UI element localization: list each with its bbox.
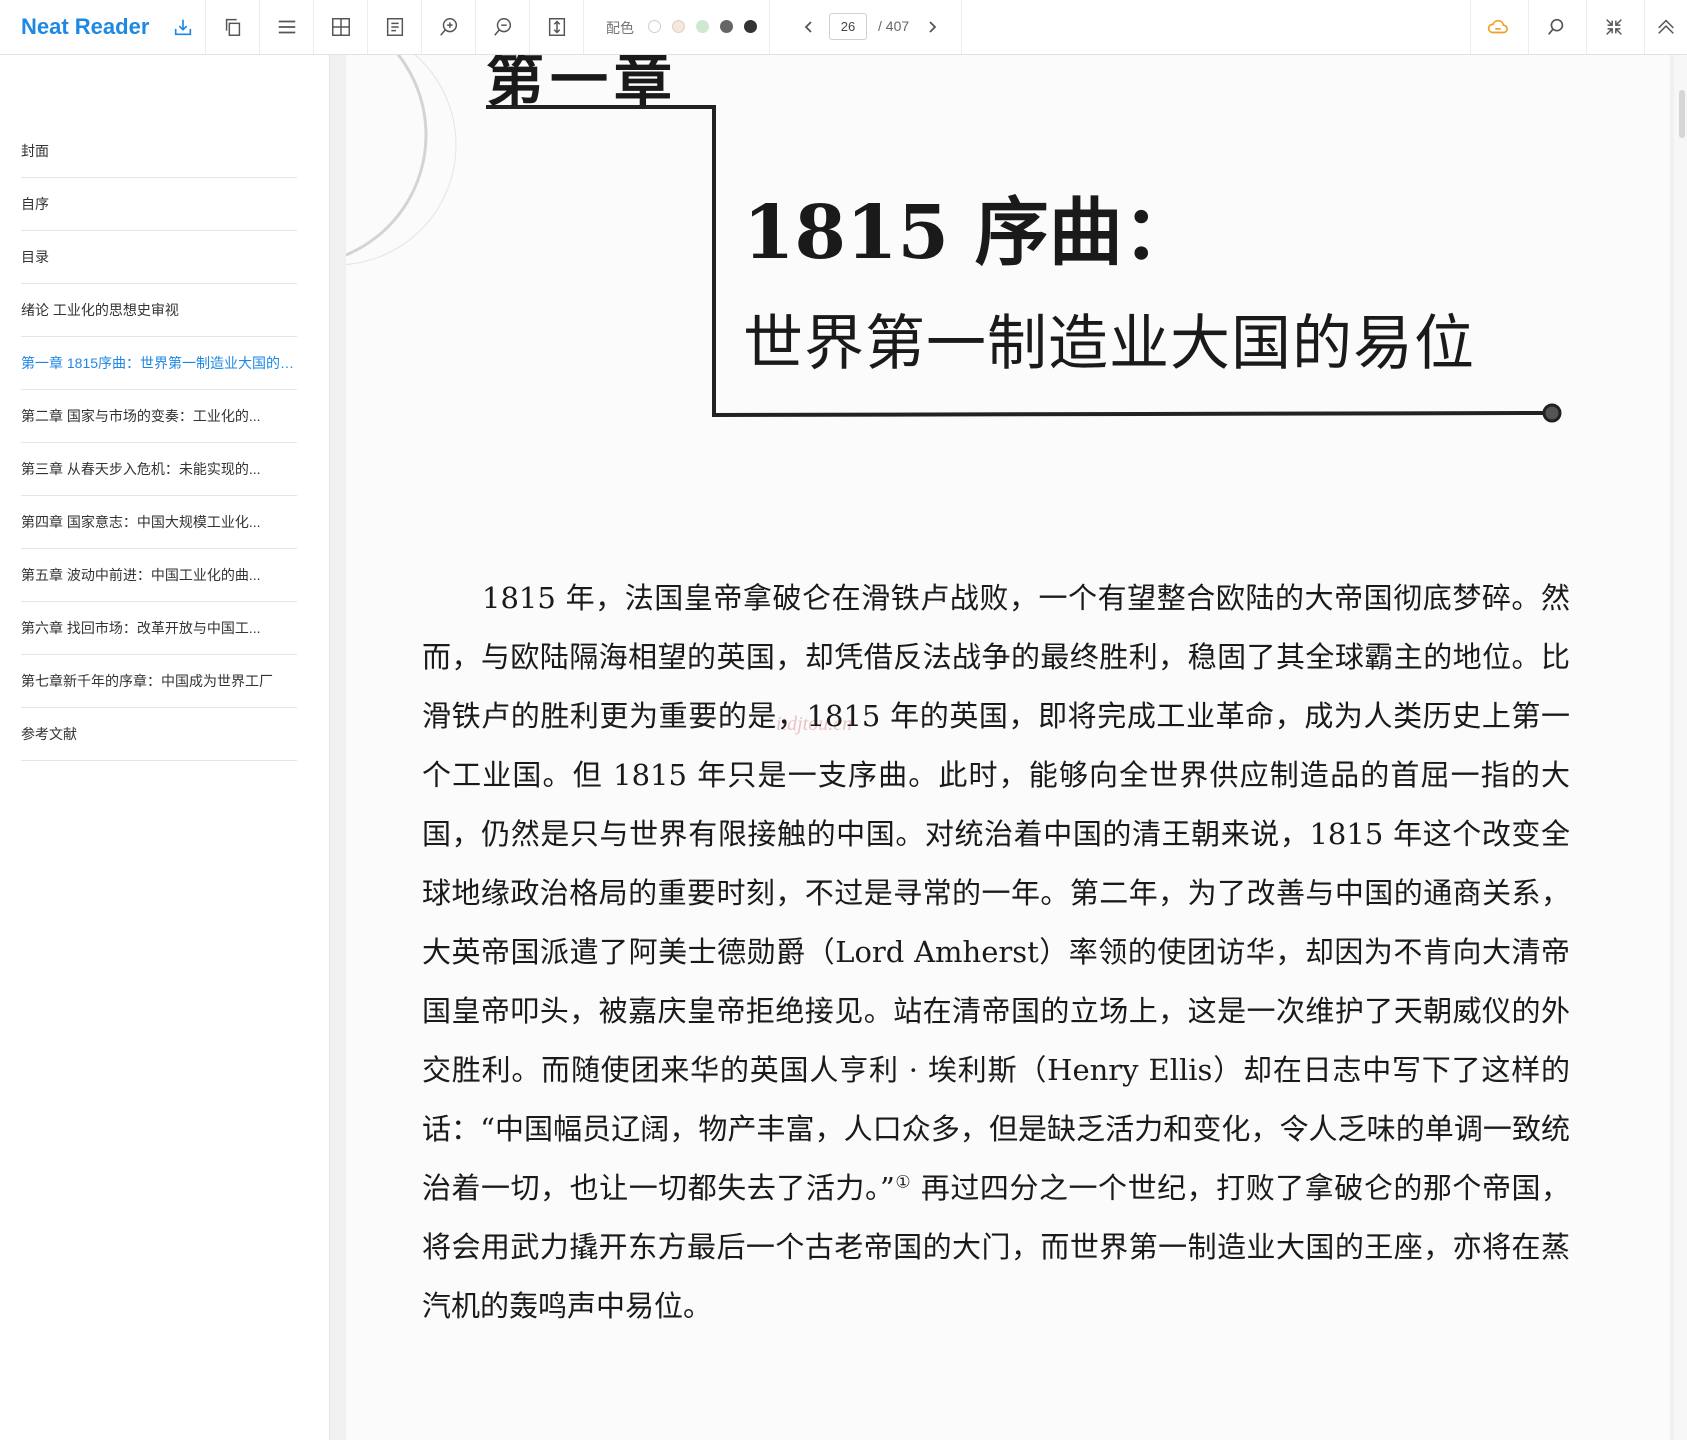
copy-icon[interactable] xyxy=(205,0,259,54)
next-page-icon[interactable] xyxy=(920,14,944,40)
toc-item-preface[interactable]: 自序 xyxy=(21,178,297,231)
book-page: 第一章 1815 序曲： 世界第一制造业大国的易位 itdjtou.cn 181… xyxy=(346,55,1670,1440)
grid-icon[interactable] xyxy=(313,0,367,54)
zoom-out-icon[interactable] xyxy=(475,0,529,54)
search-icon[interactable] xyxy=(1528,0,1582,54)
toc-item-references[interactable]: 参考文献 xyxy=(21,708,297,761)
scrollbar-thumb[interactable] xyxy=(1679,90,1685,138)
collapse-icon[interactable] xyxy=(1586,0,1640,54)
menu-icon[interactable] xyxy=(259,0,313,54)
scrollbar-track[interactable] xyxy=(1674,55,1687,1440)
notes-icon[interactable] xyxy=(367,0,421,54)
chapter-number-heading: 第一章 xyxy=(486,55,679,114)
top-toolbar: Neat Reader 配色 / 407 xyxy=(0,0,1687,55)
color-swatch-dark[interactable] xyxy=(744,20,757,33)
app-logo[interactable]: Neat Reader xyxy=(21,14,149,40)
zoom-in-icon[interactable] xyxy=(421,0,475,54)
toc-sidebar: 封面 自序 目录 绪论 工业化的思想史审视 第一章 1815序曲：世界第一制造业… xyxy=(0,55,330,1440)
toc-item-chapter-1[interactable]: 第一章 1815序曲：世界第一制造业大国的易位 xyxy=(21,337,297,390)
toc-item-chapter-2[interactable]: 第二章 国家与市场的变奏：工业化的... xyxy=(21,390,297,443)
color-swatch-sepia[interactable] xyxy=(672,20,685,33)
toc-item-cover[interactable]: 封面 xyxy=(21,125,297,178)
library-icon[interactable] xyxy=(156,0,210,54)
color-scheme-label: 配色 xyxy=(606,20,634,36)
toc-item-chapter-3[interactable]: 第三章 从春天步入危机：未能实现的... xyxy=(21,443,297,496)
chapter-title: 1815 序曲： xyxy=(743,190,1197,276)
toc-item-chapter-4[interactable]: 第四章 国家意志：中国大规模工业化... xyxy=(21,496,297,549)
toc-list: 封面 自序 目录 绪论 工业化的思想史审视 第一章 1815序曲：世界第一制造业… xyxy=(21,125,297,761)
fit-height-icon[interactable] xyxy=(529,0,583,54)
chapter-body-paragraph[interactable]: 1815 年，法国皇帝拿破仑在滑铁卢战败，一个有望整合欧陆的大帝国彻底梦碎。然而… xyxy=(422,569,1570,1336)
body-text-part-1: 1815 年，法国皇帝拿破仑在滑铁卢战败，一个有望整合欧陆的大帝国彻底梦碎。然而… xyxy=(422,581,1570,1205)
prev-page-icon[interactable] xyxy=(797,14,821,40)
toc-item-contents[interactable]: 目录 xyxy=(21,231,297,284)
chapter-subtitle: 世界第一制造业大国的易位 xyxy=(743,309,1475,379)
color-swatch-gray[interactable] xyxy=(720,20,733,33)
toc-item-chapter-6[interactable]: 第六章 找回市场：改革开放与中国工... xyxy=(21,602,297,655)
color-swatch-green[interactable] xyxy=(696,20,709,33)
toolbar-divider xyxy=(961,0,962,54)
footnote-marker[interactable]: ① xyxy=(895,1172,911,1192)
color-swatch-white[interactable] xyxy=(648,20,661,33)
toc-item-introduction[interactable]: 绪论 工业化的思想史审视 xyxy=(21,284,297,337)
page-total: / 407 xyxy=(878,18,910,34)
toc-item-chapter-7[interactable]: 第七章新千年的序章：中国成为世界工厂 xyxy=(21,655,297,708)
chevron-up-icon[interactable] xyxy=(1644,0,1687,54)
toc-item-chapter-5[interactable]: 第五章 波动中前进：中国工业化的曲... xyxy=(21,549,297,602)
cloud-sync-icon[interactable] xyxy=(1470,0,1524,54)
page-number-input[interactable] xyxy=(829,13,867,40)
